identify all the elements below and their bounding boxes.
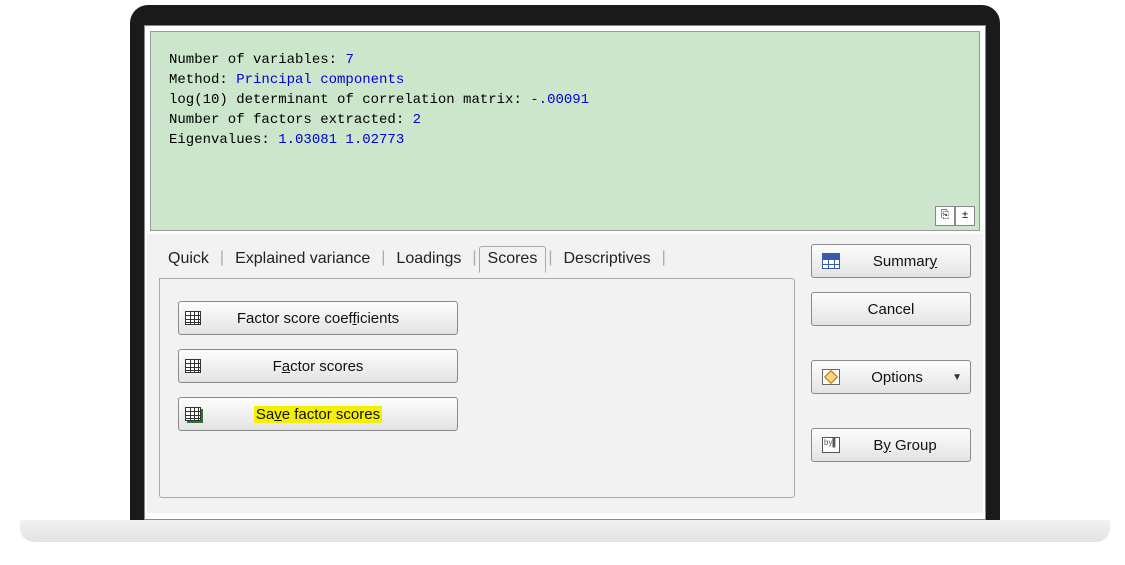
laptop-frame: Number of variables: 7 Method: Principal…	[130, 5, 1000, 520]
dialog-window: Number of variables: 7 Method: Principal…	[144, 25, 986, 520]
button-label: Summary	[848, 253, 962, 270]
tab-descriptives[interactable]: Descriptives	[554, 246, 659, 272]
copy-icon: ⎘	[941, 206, 950, 226]
button-label: Save factor scores	[207, 406, 457, 423]
button-label: Factor score coefficients	[207, 310, 457, 327]
dialog-body: Quick | Explained variance | Loadings | …	[147, 234, 983, 513]
spacer	[811, 340, 971, 346]
output-line-eigenvalues: Eigenvalues: 1.03081 1.02773	[169, 130, 961, 150]
options-icon	[820, 369, 842, 385]
output-line-method: Method: Principal components	[169, 70, 961, 90]
button-label: By Group	[848, 437, 962, 454]
grid-icon	[179, 359, 207, 373]
button-label: Factor scores	[207, 358, 457, 375]
output-value: -.00091	[530, 92, 589, 108]
output-label: log(10) determinant of correlation matri…	[169, 92, 530, 108]
tab-scores[interactable]: Scores	[479, 246, 547, 273]
tab-label: Descriptives	[563, 250, 650, 268]
collapse-icon: ±	[962, 206, 969, 226]
tab-explained-variance[interactable]: Explained variance	[226, 246, 379, 272]
output-label: Method:	[169, 72, 236, 88]
tab-quick[interactable]: Quick	[159, 246, 218, 272]
factor-scores-button[interactable]: Factor scores	[178, 349, 458, 383]
summary-button[interactable]: Summary	[811, 244, 971, 278]
tab-label: Scores	[488, 250, 538, 268]
left-column: Quick | Explained variance | Loadings | …	[159, 244, 795, 503]
output-value: 2	[413, 112, 421, 128]
button-label: Options	[848, 369, 946, 386]
output-value: Principal components	[236, 72, 404, 88]
output-label: Number of variables:	[169, 52, 345, 68]
grid-icon	[179, 311, 207, 325]
right-column: Summary Cancel Options ▼ by▌ By Group	[811, 244, 971, 503]
options-button[interactable]: Options ▼	[811, 360, 971, 394]
summary-icon	[820, 253, 842, 269]
tab-label: Quick	[168, 250, 209, 268]
save-factor-scores-button[interactable]: Save factor scores	[178, 397, 458, 431]
grid-save-icon	[179, 407, 207, 421]
output-line-determinant: log(10) determinant of correlation matri…	[169, 90, 961, 110]
output-label: Number of factors extracted:	[169, 112, 413, 128]
output-panel: Number of variables: 7 Method: Principal…	[150, 31, 980, 231]
tab-label: Explained variance	[235, 250, 370, 268]
tab-separator: |	[218, 249, 226, 267]
tab-bar: Quick | Explained variance | Loadings | …	[159, 244, 795, 272]
tab-separator: |	[470, 249, 478, 267]
factor-score-coefficients-button[interactable]: Factor score coefficients	[178, 301, 458, 335]
output-toolbar: ⎘ ±	[935, 206, 975, 226]
output-label: Eigenvalues:	[169, 132, 278, 148]
by-group-icon: by▌	[820, 437, 842, 453]
laptop-base	[20, 520, 1110, 542]
cancel-button[interactable]: Cancel	[811, 292, 971, 326]
tab-loadings[interactable]: Loadings	[387, 246, 470, 272]
tab-separator: |	[660, 249, 668, 267]
by-group-button[interactable]: by▌ By Group	[811, 428, 971, 462]
output-value: 7	[345, 52, 353, 68]
tab-separator: |	[546, 249, 554, 267]
output-value: 1.03081 1.02773	[278, 132, 404, 148]
chevron-down-icon: ▼	[952, 372, 962, 383]
output-line-variables: Number of variables: 7	[169, 50, 961, 70]
spacer	[811, 408, 971, 414]
tab-label: Loadings	[396, 250, 461, 268]
tab-content-scores: Factor score coefficients Factor scores …	[159, 278, 795, 498]
collapse-output-icon[interactable]: ±	[955, 206, 975, 226]
button-label: Cancel	[820, 301, 962, 318]
tab-separator: |	[379, 249, 387, 267]
copy-output-icon[interactable]: ⎘	[935, 206, 955, 226]
output-line-factors: Number of factors extracted: 2	[169, 110, 961, 130]
